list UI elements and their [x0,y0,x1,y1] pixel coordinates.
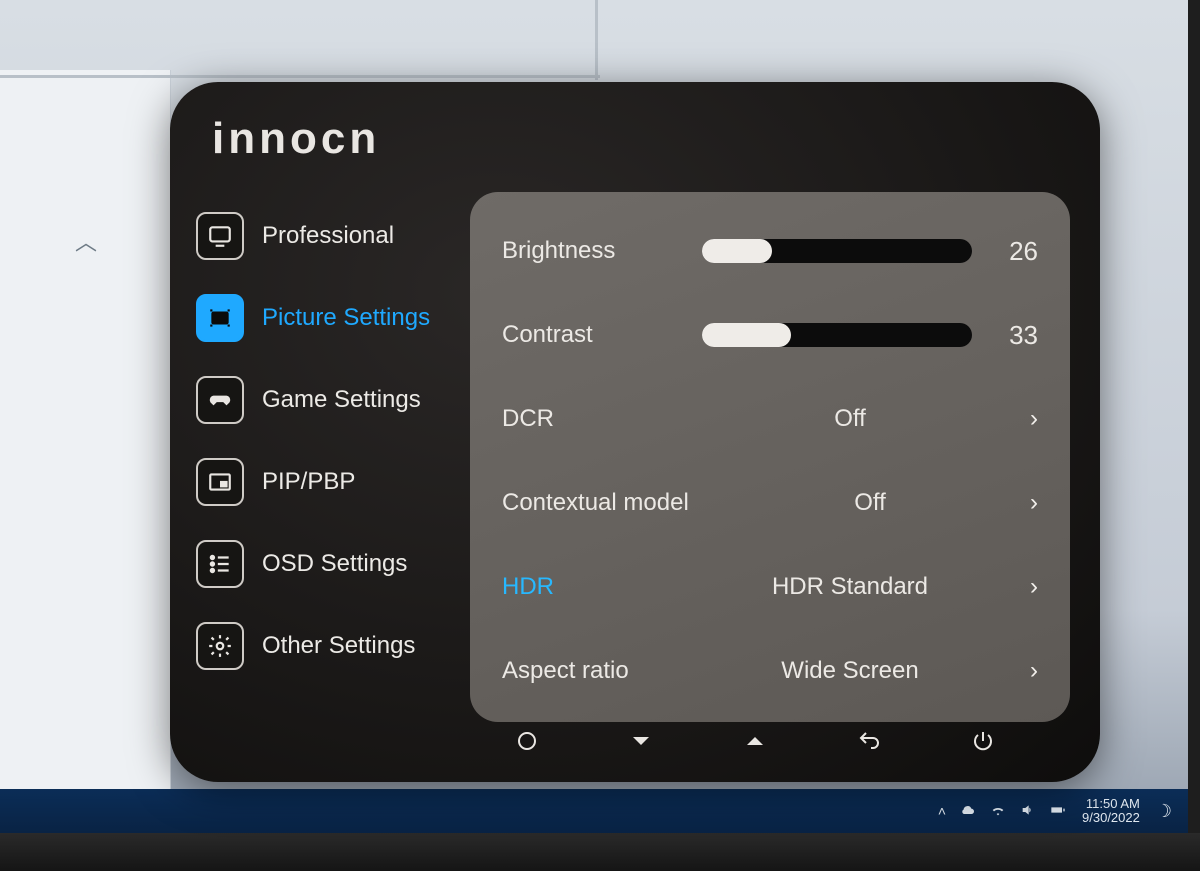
aspect-value: Wide Screen [702,657,998,685]
down-button[interactable] [629,729,653,759]
contextual-value: Off [742,489,998,517]
chevron-up-icon[interactable]: ︿ [75,225,97,257]
select-button[interactable] [515,729,539,759]
nav-item-picture-settings[interactable]: Picture Settings [196,294,456,342]
chevron-right-icon: › [998,573,1038,601]
setting-label: Contextual model [502,489,742,517]
notifications-icon[interactable]: ☽ [1156,801,1172,822]
setting-label: Brightness [502,237,702,265]
row-hdr[interactable]: HDR HDR Standard › [502,556,1038,618]
nav-label: Picture Settings [262,304,430,332]
chevron-right-icon: › [998,489,1038,517]
nav-item-other-settings[interactable]: Other Settings [196,622,456,670]
picture-icon [196,294,244,342]
wifi-icon[interactable] [990,802,1006,821]
setting-label: Contrast [502,321,702,349]
brightness-slider[interactable] [702,239,972,263]
brand-logo: innocn [212,114,380,164]
dcr-value: Off [702,405,998,433]
nav-label: Game Settings [262,386,421,414]
row-contrast[interactable]: Contrast 33 [502,304,1038,366]
monitor-bezel [0,833,1200,871]
nav-item-osd-settings[interactable]: OSD Settings [196,540,456,588]
hdr-value: HDR Standard [702,573,998,601]
chevron-right-icon: › [998,657,1038,685]
settings-card: Brightness 26 Contrast 33 DCR Off › Cont… [470,192,1070,722]
clock-time: 11:50 AM [1082,797,1140,811]
slider-fill [702,239,772,263]
volume-icon[interactable] [1020,802,1036,821]
nav-label: PIP/PBP [262,468,355,496]
taskbar-clock[interactable]: 11:50 AM 9/30/2022 [1082,797,1140,826]
taskbar: ˄ 11:50 AM 9/30/2022 ☽ [0,789,1188,833]
power-button[interactable] [971,729,995,759]
row-brightness[interactable]: Brightness 26 [502,220,1038,282]
system-tray[interactable]: ˄ [938,802,1066,821]
cloud-icon[interactable] [960,802,976,821]
nav-item-pip-pbp[interactable]: PIP/PBP [196,458,456,506]
monitor-icon [196,212,244,260]
setting-label: HDR [502,573,702,601]
setting-label: Aspect ratio [502,657,702,685]
window-divider [595,0,598,80]
slider-fill [702,323,791,347]
osd-button-strip [470,724,1040,764]
nav-label: Other Settings [262,632,415,660]
back-button[interactable] [857,729,881,759]
list-icon [196,540,244,588]
nav-item-professional[interactable]: Professional [196,212,456,260]
clock-date: 9/30/2022 [1082,811,1140,825]
row-contextual-model[interactable]: Contextual model Off › [502,472,1038,534]
window-divider [0,75,600,78]
gamepad-icon [196,376,244,424]
brightness-value: 26 [988,236,1038,267]
pip-icon [196,458,244,506]
osd-panel: innocn Professional Picture Settings Gam… [170,82,1100,782]
setting-label: DCR [502,405,702,433]
osd-nav: Professional Picture Settings Game Setti… [196,212,456,670]
window-sidebar-blur [0,70,171,830]
chevron-right-icon: › [998,405,1038,433]
tray-overflow-icon[interactable]: ˄ [938,803,946,819]
nav-label: Professional [262,222,394,250]
up-button[interactable] [743,729,767,759]
nav-item-game-settings[interactable]: Game Settings [196,376,456,424]
gear-icon [196,622,244,670]
battery-icon[interactable] [1050,802,1066,821]
contrast-slider[interactable] [702,323,972,347]
contrast-value: 33 [988,320,1038,351]
row-dcr[interactable]: DCR Off › [502,388,1038,450]
monitor-bezel [1188,0,1200,871]
row-aspect-ratio[interactable]: Aspect ratio Wide Screen › [502,640,1038,702]
nav-label: OSD Settings [262,550,407,578]
